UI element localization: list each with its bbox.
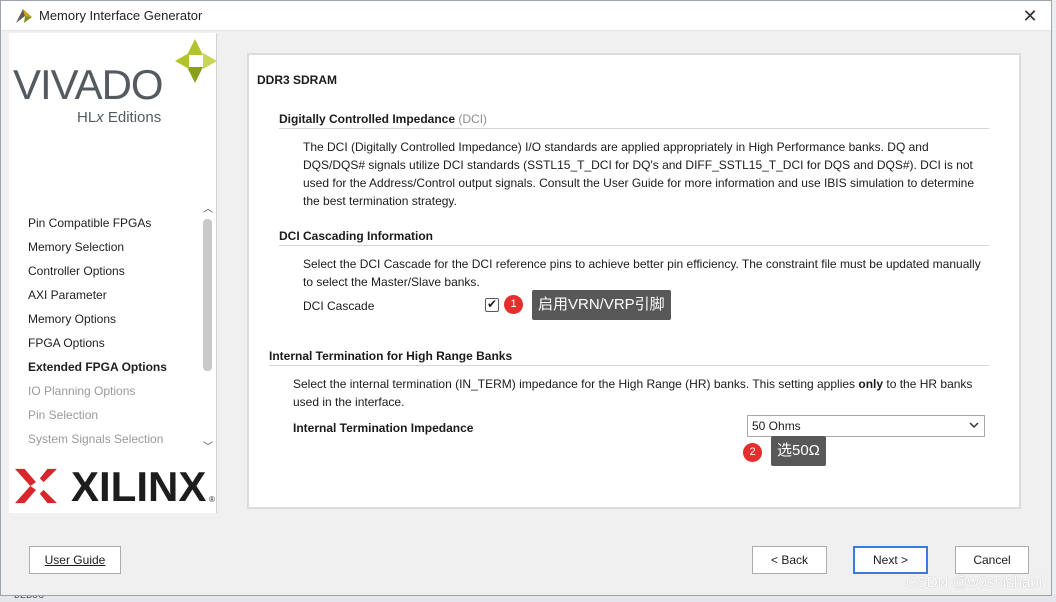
- wizard-step-list: Pin Compatible FPGAs Memory Selection Co…: [9, 211, 199, 451]
- options-panel: DDR3 SDRAM Digitally Controlled Impedanc…: [247, 53, 1021, 509]
- nav-item-memory-selection[interactable]: Memory Selection: [9, 235, 199, 259]
- xilinx-mark-icon: [15, 468, 57, 504]
- section-title: DDR3 SDRAM: [257, 73, 338, 87]
- termination-description: Select the internal termination (IN_TERM…: [293, 377, 973, 409]
- chevron-down-icon: [969, 422, 979, 429]
- back-button[interactable]: < Back: [752, 546, 827, 574]
- nav-scrollbar[interactable]: ︿ ﹀: [201, 203, 215, 455]
- annotation-callout-1: 启用VRN/VRP引脚: [532, 290, 671, 320]
- dci-cascade-label: DCI Cascade: [303, 299, 375, 313]
- next-button[interactable]: Next >: [853, 546, 928, 574]
- nav-item-pin-selection: Pin Selection: [28, 408, 99, 422]
- nav-item-memory-options[interactable]: Memory Options: [9, 307, 199, 331]
- mig-dialog: Memory Interface Generator ✕ VIVADO HLx …: [0, 0, 1052, 596]
- hlx-editions-label: HLx Editions: [77, 109, 162, 126]
- chevron-up-icon[interactable]: ︿: [201, 203, 215, 217]
- nav-item-axi-parameter[interactable]: AXI Parameter: [9, 283, 199, 307]
- vivado-flower-icon: [175, 39, 217, 83]
- termination-impedance-select[interactable]: 50 Ohms: [747, 415, 985, 437]
- close-icon[interactable]: ✕: [1021, 7, 1039, 25]
- termination-impedance-label: Internal Termination Impedance: [293, 421, 474, 435]
- xilinx-wordmark: XILINX: [71, 463, 207, 510]
- watermark: CSDN @w0shishabi: [905, 574, 1042, 591]
- nav-item-pin-compatible-fpgas[interactable]: Pin Compatible FPGAs: [9, 211, 199, 235]
- annotation-callout-2: 选50Ω: [771, 436, 826, 466]
- sidebar: VIVADO HLx Editions Pin Compatible FPGAs…: [9, 33, 217, 513]
- check-icon: ✔: [487, 297, 498, 311]
- nav-item-system-signals-selection: System Signals Selection: [28, 432, 164, 446]
- nav-item-fpga-options[interactable]: FPGA Options: [9, 331, 199, 355]
- nav-item-controller-options[interactable]: Controller Options: [9, 259, 199, 283]
- xilinx-logo: XILINX ®: [13, 463, 219, 513]
- registered-mark: ®: [209, 495, 215, 504]
- user-guide-button[interactable]: User Guide: [29, 546, 121, 574]
- dci-cascade-description: Select the DCI Cascade for the DCI refer…: [303, 257, 981, 289]
- vivado-wordmark: VIVADO: [13, 61, 164, 108]
- scroll-thumb[interactable]: [203, 219, 212, 371]
- annotation-badge-1: 1: [504, 295, 523, 314]
- vivado-logo: VIVADO HLx Editions: [13, 39, 217, 139]
- nav-item-io-planning-options: IO Planning Options: [28, 384, 136, 398]
- termination-impedance-value: 50 Ohms: [752, 419, 801, 433]
- divider: [269, 365, 989, 366]
- divider: [279, 245, 989, 246]
- window-title: Memory Interface Generator: [39, 8, 203, 23]
- dci-cascade-checkbox[interactable]: ✔: [485, 297, 499, 312]
- dci-description: The DCI (Digitally Controlled Impedance)…: [303, 140, 975, 208]
- termination-heading: Internal Termination for High Range Bank…: [269, 349, 513, 363]
- dci-cascade-heading: DCI Cascading Information: [279, 229, 434, 243]
- vivado-app-icon: [16, 8, 32, 23]
- annotation-badge-2: 2: [743, 443, 762, 462]
- divider: [279, 128, 989, 129]
- title-bar: Memory Interface Generator ✕: [1, 1, 1051, 31]
- cancel-button[interactable]: Cancel: [955, 546, 1029, 574]
- dci-heading: Digitally Controlled Impedance (DCI): [279, 112, 488, 126]
- chevron-down-icon[interactable]: ﹀: [201, 441, 215, 455]
- nav-item-extended-fpga-options[interactable]: Extended FPGA Options: [9, 355, 199, 379]
